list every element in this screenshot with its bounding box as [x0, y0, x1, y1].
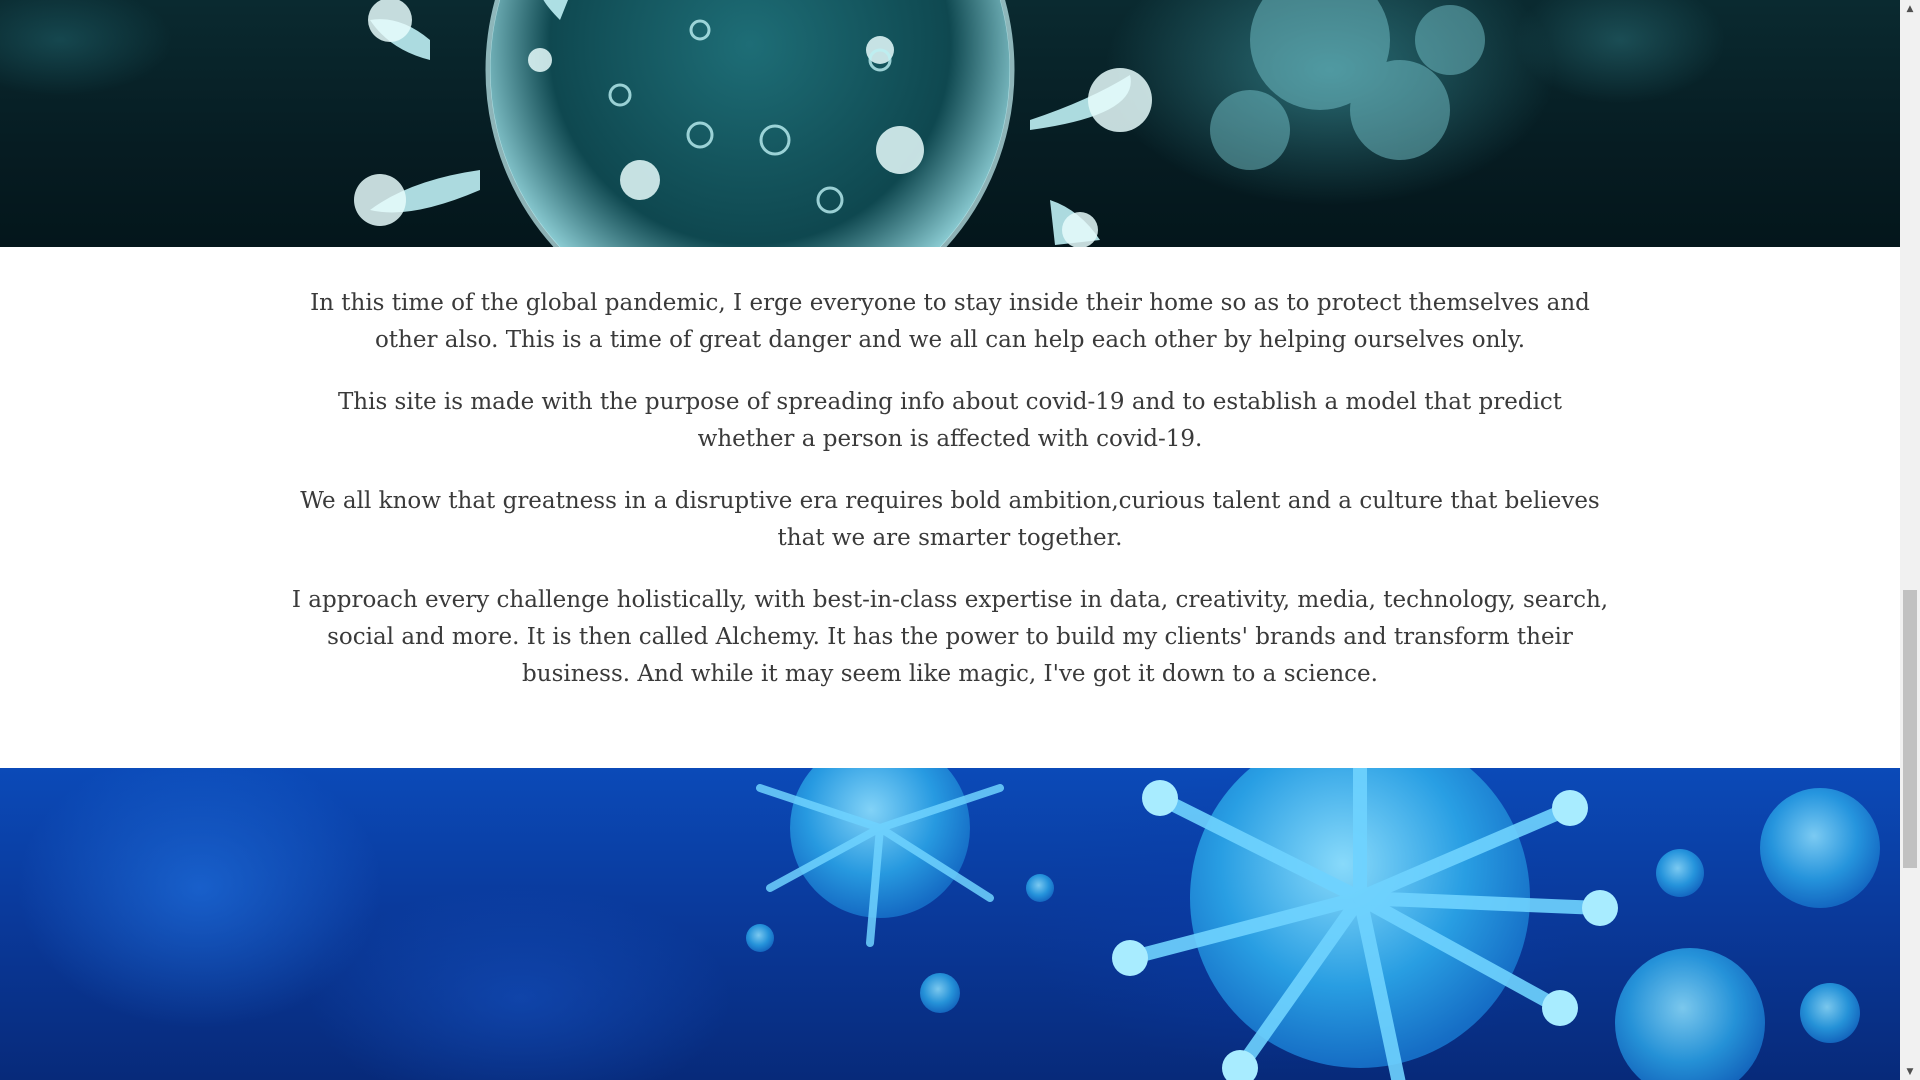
paragraph-site-purpose: This site is made with the purpose of sp…: [337, 389, 1563, 452]
coronavirus-banner-top: [0, 0, 1900, 247]
coronavirus-banner-bottom: [0, 768, 1900, 1080]
coronavirus-illustration: [354, 0, 1485, 247]
paragraph-pandemic: In this time of the global pandemic, I e…: [310, 290, 1590, 353]
scroll-up-arrow-icon[interactable]: ▲: [1900, 0, 1920, 17]
paragraph-approach: I approach every challenge holistically,…: [291, 587, 1609, 687]
page: In this time of the global pandemic, I e…: [0, 0, 1900, 1080]
paragraph-greatness: We all know that greatness in a disrupti…: [300, 488, 1600, 551]
vertical-scrollbar[interactable]: ▲ ▼: [1900, 0, 1920, 1080]
scroll-down-arrow-icon[interactable]: ▼: [1900, 1063, 1920, 1080]
intro-text-section: In this time of the global pandemic, I e…: [290, 285, 1610, 718]
coronavirus-cluster-illustration: [746, 768, 1880, 1080]
scrollbar-thumb[interactable]: [1903, 590, 1917, 868]
